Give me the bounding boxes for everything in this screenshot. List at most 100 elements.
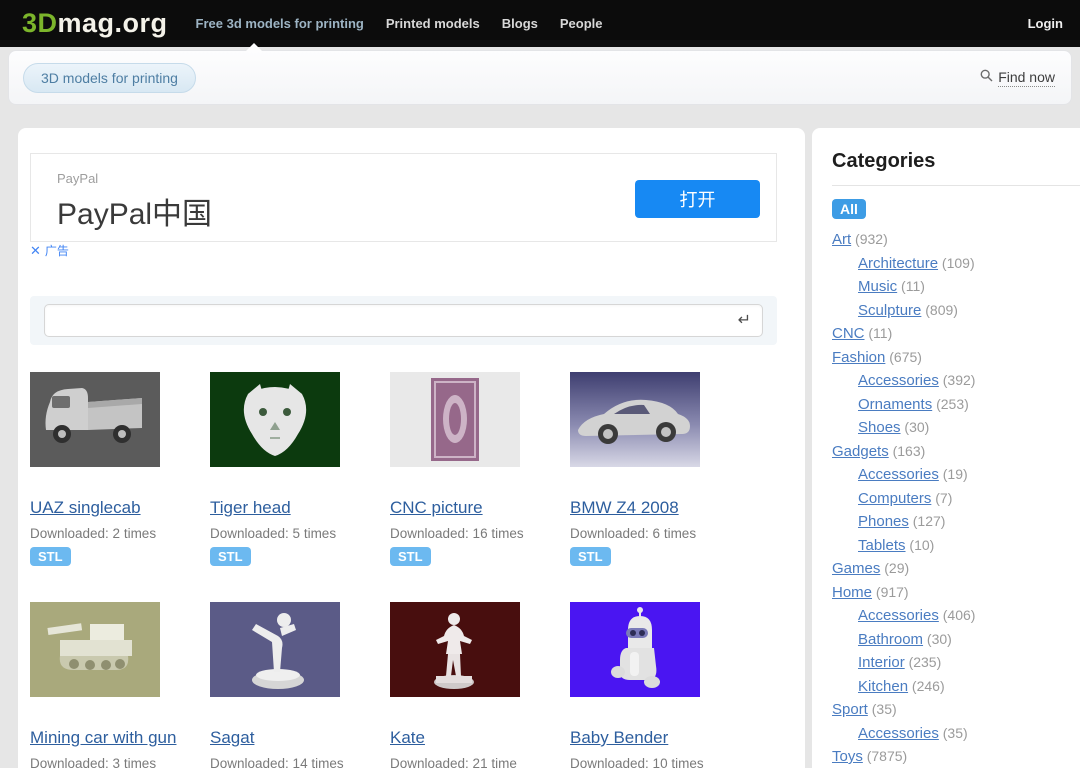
main-panel: PayPal PayPal中国 打开 ✕广告 ↵ <box>18 128 805 768</box>
model-title-link[interactable]: Kate <box>390 727 425 749</box>
category-count: (163) <box>889 443 926 459</box>
category-link[interactable]: Art <box>832 231 851 248</box>
category-link[interactable]: Interior <box>858 654 905 671</box>
model-downloads: Downloaded: 21 time <box>390 756 570 768</box>
model-card: Baby Bender Downloaded: 10 times STL <box>570 602 750 768</box>
category-count: (235) <box>905 654 942 670</box>
category-count: (917) <box>872 584 909 600</box>
category-link[interactable]: Accessories <box>858 607 939 624</box>
model-card: Tiger head Downloaded: 5 times STL <box>210 372 390 566</box>
model-thumbnail-uaz[interactable] <box>30 372 160 467</box>
model-downloads: Downloaded: 10 times <box>570 756 750 768</box>
model-title-link[interactable]: CNC picture <box>390 497 483 519</box>
category-item: Accessories (406) <box>832 604 1080 628</box>
category-count: (19) <box>939 466 968 482</box>
search-wrap: ↵ <box>44 304 763 337</box>
format-badge-stl[interactable]: STL <box>570 547 611 566</box>
category-item: Ornaments (253) <box>832 393 1080 417</box>
model-card: Sagat Downloaded: 14 times STL <box>210 602 390 768</box>
category-count: (392) <box>939 372 976 388</box>
category-link[interactable]: Computers <box>858 490 931 507</box>
ad-badge-label[interactable]: 广告 <box>45 244 69 258</box>
category-count: (109) <box>938 255 975 271</box>
model-thumbnail-bmw[interactable] <box>570 372 700 467</box>
category-link[interactable]: Phones <box>858 513 909 530</box>
category-count: (809) <box>921 302 958 318</box>
model-downloads: Downloaded: 14 times <box>210 756 390 768</box>
category-item: Art (932) <box>832 228 1080 252</box>
model-thumbnail-mining-car[interactable] <box>30 602 160 697</box>
logo-suffix: mag.org <box>58 8 168 38</box>
category-count: (7875) <box>863 748 907 764</box>
category-link[interactable]: Games <box>832 560 880 577</box>
category-count: (29) <box>880 560 909 576</box>
category-all-badge[interactable]: All <box>832 199 866 219</box>
category-count: (35) <box>868 701 897 717</box>
login-link[interactable]: Login <box>1028 16 1063 31</box>
category-link[interactable]: Architecture <box>858 255 938 272</box>
category-link[interactable]: Music <box>858 278 897 295</box>
model-title-link[interactable]: Baby Bender <box>570 727 668 749</box>
logo-prefix: 3D <box>22 8 58 38</box>
category-count: (30) <box>901 419 930 435</box>
search-input[interactable] <box>44 304 763 337</box>
category-count: (10) <box>906 537 935 553</box>
format-badge-stl[interactable]: STL <box>390 547 431 566</box>
category-link[interactable]: Bathroom <box>858 631 923 648</box>
nav-item-printed-models[interactable]: Printed models <box>386 16 480 31</box>
model-thumbnail-tiger[interactable] <box>210 372 340 467</box>
model-card: CNC picture Downloaded: 16 times STL <box>390 372 570 566</box>
main-nav: Free 3d models for printing Printed mode… <box>196 16 603 31</box>
category-count: (932) <box>851 231 888 247</box>
category-link[interactable]: Kitchen <box>858 678 908 695</box>
search-bar-panel: ↵ <box>30 296 777 345</box>
category-item: Accessories (392) <box>832 369 1080 393</box>
model-thumbnail-baby-bender[interactable] <box>570 602 700 697</box>
model-thumbnail-sagat[interactable] <box>210 602 340 697</box>
category-count: (35) <box>939 725 968 741</box>
model-downloads: Downloaded: 5 times <box>210 526 390 541</box>
category-count: (675) <box>885 349 922 365</box>
site-logo[interactable]: 3Dmag.org <box>22 8 168 39</box>
category-list: Art (932) Architecture (109) Music (11) Scu… <box>832 228 1080 768</box>
category-link[interactable]: Accessories <box>858 466 939 483</box>
category-link[interactable]: Tablets <box>858 537 906 554</box>
category-link[interactable]: Gadgets <box>832 443 889 460</box>
search-icon <box>980 69 993 87</box>
category-item: Gadgets (163) <box>832 440 1080 464</box>
model-thumbnail-kate[interactable] <box>390 602 520 697</box>
find-now-link[interactable]: Find now <box>980 69 1055 87</box>
category-link[interactable]: Fashion <box>832 349 885 366</box>
model-title-link[interactable]: Sagat <box>210 727 254 749</box>
model-title-link[interactable]: Tiger head <box>210 497 291 519</box>
category-item: Tablets (10) <box>832 534 1080 558</box>
format-badge-stl[interactable]: STL <box>210 547 251 566</box>
nav-item-free-models[interactable]: Free 3d models for printing <box>196 16 364 31</box>
category-link[interactable]: Sculpture <box>858 302 921 319</box>
category-link[interactable]: Accessories <box>858 725 939 742</box>
ad-open-button[interactable]: 打开 <box>635 180 760 218</box>
category-item: Home (917) <box>832 581 1080 605</box>
nav-item-people[interactable]: People <box>560 16 603 31</box>
categories-sidebar: Categories All Art (932)Architecture (10… <box>812 128 1080 768</box>
model-thumbnail-cnc[interactable] <box>390 372 520 467</box>
category-link[interactable]: Accessories <box>858 372 939 389</box>
category-item: Bathroom (30) <box>832 628 1080 652</box>
nav-item-blogs[interactable]: Blogs <box>502 16 538 31</box>
active-filter-tag[interactable]: 3D models for printing <box>23 63 196 93</box>
category-link[interactable]: Shoes <box>858 419 901 436</box>
category-item: Kitchen (246) <box>832 675 1080 699</box>
category-link[interactable]: Sport <box>832 701 868 718</box>
category-link[interactable]: Ornaments <box>858 396 932 413</box>
category-count: (11) <box>897 278 925 294</box>
format-badge-stl[interactable]: STL <box>30 547 71 566</box>
category-count: (30) <box>923 631 952 647</box>
category-link[interactable]: CNC <box>832 325 865 342</box>
category-item: CNC (11) <box>832 322 1080 346</box>
ad-close-icon[interactable]: ✕ <box>30 243 41 258</box>
model-title-link[interactable]: UAZ singlecab <box>30 497 141 519</box>
model-title-link[interactable]: Mining car with gun <box>30 727 176 749</box>
category-link[interactable]: Toys <box>832 748 863 765</box>
model-title-link[interactable]: BMW Z4 2008 <box>570 497 679 519</box>
category-link[interactable]: Home <box>832 584 872 601</box>
